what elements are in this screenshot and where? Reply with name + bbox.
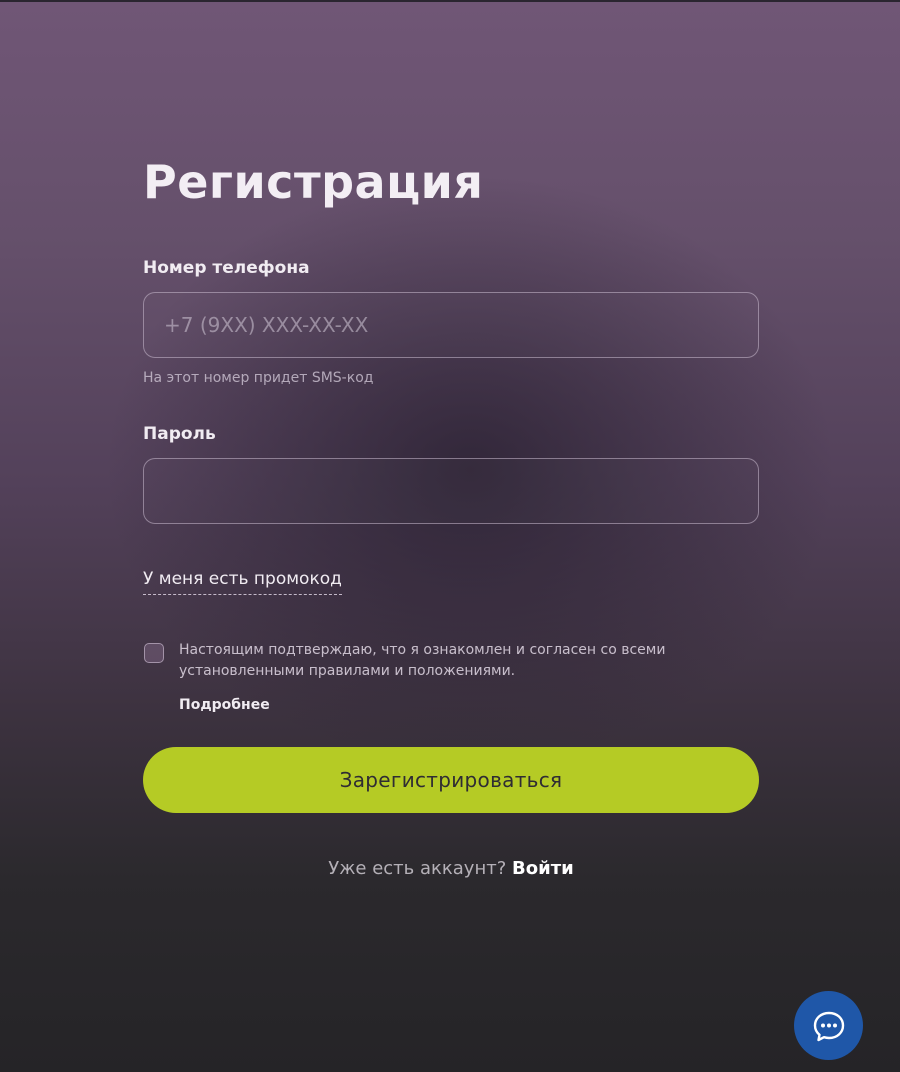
- login-link[interactable]: Войти: [512, 858, 574, 879]
- chat-bubble-icon: [813, 1011, 844, 1041]
- login-question: Уже есть аккаунт?: [328, 858, 507, 879]
- phone-hint: На этот номер придет SMS-код: [143, 370, 374, 386]
- password-input[interactable]: [143, 458, 759, 524]
- consent-checkbox[interactable]: [144, 643, 164, 663]
- login-row: Уже есть аккаунт? Войти: [143, 855, 759, 883]
- page-title: Регистрация: [143, 155, 484, 209]
- promo-code-link[interactable]: У меня есть промокод: [143, 566, 342, 595]
- more-info-link[interactable]: Подробнее: [179, 695, 270, 715]
- consent-text: Настоящим подтверждаю, что я ознакомлен …: [179, 642, 666, 679]
- register-button[interactable]: Зарегистрироваться: [143, 747, 759, 813]
- top-border: [0, 0, 900, 2]
- chat-button[interactable]: [794, 991, 863, 1060]
- phone-label: Номер телефона: [143, 258, 310, 278]
- phone-input[interactable]: [143, 292, 759, 358]
- password-label: Пароль: [143, 424, 216, 444]
